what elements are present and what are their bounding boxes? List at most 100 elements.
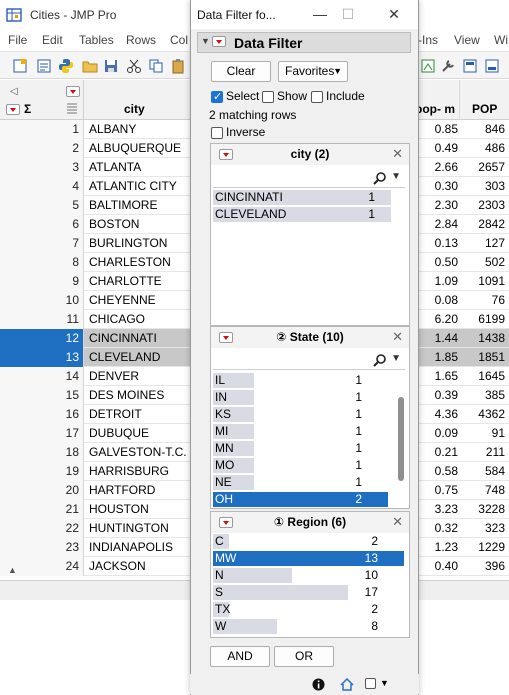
tool-icon-c[interactable]	[484, 58, 500, 74]
row-number[interactable]: 8	[0, 253, 84, 272]
city-cell[interactable]: BALTIMORE	[89, 196, 157, 215]
maximize-icon[interactable]: ☐	[337, 5, 359, 23]
inverse-checkbox[interactable]	[211, 127, 223, 139]
row-number[interactable]: 1	[0, 120, 84, 139]
clear-button[interactable]: Clear	[211, 61, 271, 82]
popm-cell[interactable]: 2.66	[418, 158, 458, 177]
columns-red-triangle-icon[interactable]	[66, 86, 80, 97]
row-number[interactable]: 21	[0, 500, 84, 519]
table-row[interactable]: 17 DUBUQUE	[0, 424, 194, 443]
table-row[interactable]: 19 HARRISBURG	[0, 462, 194, 481]
pop-cell[interactable]: 1645	[462, 367, 505, 386]
city-cell[interactable]: HARTFORD	[89, 481, 155, 500]
show-checkbox[interactable]	[262, 91, 274, 103]
popm-cell[interactable]: 0.50	[418, 253, 458, 272]
table-row-values[interactable]: 6.20 6199	[418, 310, 509, 329]
open-folder-icon[interactable]	[82, 58, 98, 74]
table-row-values[interactable]: 0.58 584	[418, 462, 509, 481]
row-number[interactable]: 10	[0, 291, 84, 310]
row-number[interactable]: 14	[0, 367, 84, 386]
row-number[interactable]: 6	[0, 215, 84, 234]
pop-cell[interactable]: 323	[462, 519, 505, 538]
row-number[interactable]: 9	[0, 272, 84, 291]
tool-icon-a[interactable]	[420, 58, 436, 74]
table-row[interactable]: 20 HARTFORD	[0, 481, 194, 500]
table-row[interactable]: 15 DES MOINES	[0, 386, 194, 405]
table-row[interactable]: 2 ALBUQUERQUE	[0, 139, 194, 158]
popm-cell[interactable]: 0.39	[418, 386, 458, 405]
list-item[interactable]: W8	[213, 619, 406, 634]
table-row-values[interactable]: 4.36 4362	[418, 405, 509, 424]
row-number[interactable]: 17	[0, 424, 84, 443]
pop-cell[interactable]: 1438	[462, 329, 505, 348]
popm-cell[interactable]: 3.23	[418, 500, 458, 519]
row-number[interactable]: 11	[0, 310, 84, 329]
popm-cell[interactable]: 0.75	[418, 481, 458, 500]
table-row-values[interactable]: 1.23 1229	[418, 538, 509, 557]
wrench-icon[interactable]	[440, 58, 456, 74]
city-cell[interactable]: ATLANTIC CITY	[89, 177, 177, 196]
include-checkbox[interactable]	[311, 91, 323, 103]
pop-cell[interactable]: 6199	[462, 310, 505, 329]
city-cell[interactable]: JACKSON	[89, 557, 146, 576]
pop-cell[interactable]: 385	[462, 386, 505, 405]
row-number[interactable]: 4	[0, 177, 84, 196]
menu-cols[interactable]: Col	[170, 33, 188, 47]
table-row-values[interactable]: 0.30 303	[418, 177, 509, 196]
pop-cell[interactable]: 396	[462, 557, 505, 576]
list-item[interactable]: S 17	[213, 585, 406, 600]
list-item[interactable]: OH 2	[213, 492, 390, 507]
popm-cell[interactable]: 1.23	[418, 538, 458, 557]
popm-cell[interactable]: 0.09	[418, 424, 458, 443]
city-cell[interactable]: HARRISBURG	[89, 462, 169, 481]
collapse-arrow-icon[interactable]: ◁	[10, 86, 18, 97]
city-cell[interactable]: ALBUQUERQUE	[89, 139, 181, 158]
table-row-values[interactable]: 0.49 486	[418, 139, 509, 158]
table-row[interactable]: 11 CHICAGO	[0, 310, 194, 329]
popm-cell[interactable]: 0.40	[418, 557, 458, 576]
table-row-values[interactable]: 2.84 2842	[418, 215, 509, 234]
list-item[interactable]: NE 1	[213, 475, 390, 490]
pop-cell[interactable]: 846	[462, 120, 505, 139]
close-icon[interactable]: ✕	[383, 5, 405, 23]
popm-cell[interactable]: 1.09	[418, 272, 458, 291]
city-cell[interactable]: CLEVELAND	[89, 348, 160, 367]
state-search-input[interactable]: ▼	[213, 350, 405, 370]
pop-cell[interactable]: 2842	[462, 215, 505, 234]
python-icon[interactable]	[58, 58, 74, 74]
row-number[interactable]: 5	[0, 196, 84, 215]
column-header-pop[interactable]: POP	[460, 80, 509, 120]
list-item[interactable]: CINCINNATI 1	[213, 190, 403, 205]
new-table-icon[interactable]	[12, 58, 28, 74]
pop-cell[interactable]: 211	[462, 443, 505, 462]
select-checkbox[interactable]	[211, 90, 223, 103]
popm-cell[interactable]: 0.85	[418, 120, 458, 139]
pop-cell[interactable]: 1091	[462, 272, 505, 291]
table-row-values[interactable]: 0.13 127	[418, 234, 509, 253]
city-cell[interactable]: INDIANAPOLIS	[89, 538, 173, 557]
table-row-values[interactable]: 3.23 3228	[418, 500, 509, 519]
menu-window[interactable]: Wi	[494, 33, 508, 47]
table-row-values[interactable]: 0.85 846	[418, 120, 509, 139]
list-item[interactable]: N 10	[213, 568, 406, 583]
table-row-values[interactable]: 0.75 748	[418, 481, 509, 500]
table-row[interactable]: 6 BOSTON	[0, 215, 194, 234]
table-row-values[interactable]: 0.39 385	[418, 386, 509, 405]
table-row[interactable]: 4 ATLANTIC CITY	[0, 177, 194, 196]
table-row[interactable]: 3 ATLANTA	[0, 158, 194, 177]
city-cell[interactable]: CHARLESTON	[89, 253, 171, 272]
table-row[interactable]: 1 ALBANY	[0, 120, 194, 139]
chevron-down-icon[interactable]: ▼	[380, 678, 389, 688]
city-cell[interactable]: DENVER	[89, 367, 139, 386]
list-item[interactable]: MI 1	[213, 424, 390, 439]
table-row[interactable]: 21 HOUSTON	[0, 500, 194, 519]
table-row[interactable]: 18 GALVESTON-T.C.	[0, 443, 194, 462]
row-number[interactable]: 12	[0, 329, 84, 348]
table-row-values[interactable]: 1.65 1645	[418, 367, 509, 386]
table-row-values[interactable]: 2.30 2303	[418, 196, 509, 215]
new-script-icon[interactable]	[36, 58, 52, 74]
popm-cell[interactable]: 0.58	[418, 462, 458, 481]
table-row[interactable]: 13 CLEVELAND	[0, 348, 194, 367]
pop-cell[interactable]: 1229	[462, 538, 505, 557]
list-item[interactable]: IL 1	[213, 373, 390, 388]
